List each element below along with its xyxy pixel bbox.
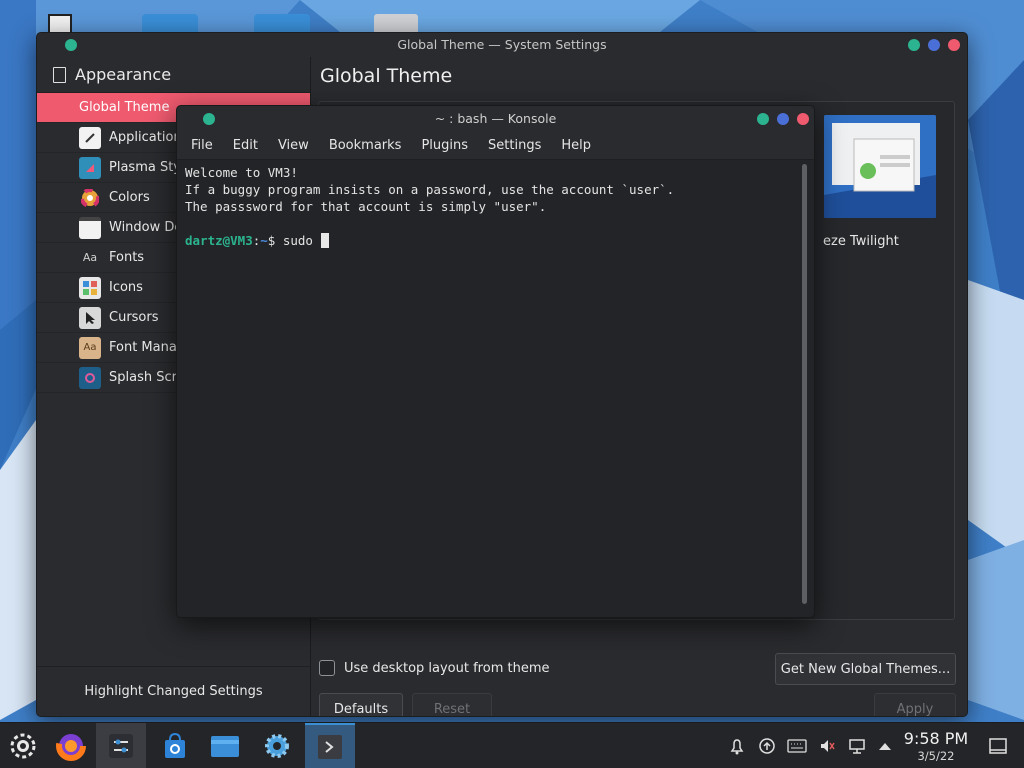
- kde-launcher-icon: [10, 733, 36, 759]
- typed-command: sudo: [282, 233, 321, 248]
- maximize-button[interactable]: [928, 39, 940, 51]
- menu-plugins[interactable]: Plugins: [411, 138, 478, 153]
- get-new-themes-button[interactable]: Get New Global Themes...: [775, 653, 956, 685]
- sidebar-item-label: Cursors: [109, 310, 159, 325]
- page-title: Global Theme: [320, 65, 453, 87]
- reset-button[interactable]: Reset: [412, 693, 492, 717]
- pin-icon[interactable]: [65, 39, 77, 51]
- notification-bell-icon[interactable]: [727, 736, 747, 756]
- taskbar-settings-gear[interactable]: [252, 723, 302, 768]
- system-tray-expand-icon[interactable]: [875, 736, 895, 756]
- minimize-button[interactable]: [757, 113, 769, 125]
- desktop-layout-label: Use desktop layout from theme: [344, 660, 550, 676]
- theme-preview-thumbnail[interactable]: [824, 115, 936, 218]
- plasma-style-icon: [79, 156, 101, 179]
- system-settings-icon: [109, 734, 133, 758]
- prompt-path: ~: [260, 233, 268, 248]
- colors-icon: [79, 187, 101, 209]
- konsole-title: ~ : bash — Konsole: [434, 111, 557, 126]
- menu-bookmarks[interactable]: Bookmarks: [319, 138, 412, 153]
- terminal-line: Welcome to VM3!: [185, 165, 298, 180]
- menu-edit[interactable]: Edit: [223, 138, 268, 153]
- firefox-icon: [56, 731, 86, 761]
- window-decorations-icon: [79, 216, 101, 239]
- taskbar: 9:58 PM 3/5/22: [0, 722, 1024, 768]
- highlight-changed-settings-button[interactable]: Highlight Changed Settings: [37, 666, 310, 716]
- menu-settings[interactable]: Settings: [478, 138, 551, 153]
- taskbar-konsole[interactable]: [305, 723, 355, 768]
- network-icon[interactable]: [847, 736, 867, 756]
- konsole-titlebar[interactable]: ~ : bash — Konsole: [177, 106, 814, 132]
- terminal-line: The passsword for that account is simply…: [185, 199, 547, 214]
- apply-button[interactable]: Apply: [874, 693, 956, 717]
- sidebar-header-label: Appearance: [75, 65, 172, 84]
- font-management-icon: Aa: [79, 336, 101, 359]
- menu-file[interactable]: File: [181, 138, 223, 153]
- updates-icon[interactable]: [757, 736, 777, 756]
- show-desktop-icon[interactable]: [988, 736, 1008, 756]
- text-cursor: [320, 233, 329, 248]
- sidebar-header[interactable]: Appearance: [37, 57, 310, 93]
- keyboard-icon[interactable]: [787, 736, 807, 756]
- icons-icon: [79, 276, 101, 299]
- theme-name: eze Twilight: [823, 234, 899, 249]
- get-new-themes-label: Get New Global Themes...: [780, 661, 951, 677]
- splash-screen-icon: [79, 366, 101, 389]
- defaults-label: Defaults: [333, 701, 389, 717]
- settings-titlebar[interactable]: Global Theme — System Settings: [37, 33, 967, 57]
- digital-clock[interactable]: 9:58 PM 3/5/22: [896, 729, 976, 763]
- fonts-icon: Aa: [82, 251, 98, 264]
- maximize-button[interactable]: [777, 113, 789, 125]
- taskbar-firefox[interactable]: [46, 723, 96, 768]
- desktop-layout-checkbox[interactable]: [319, 660, 335, 676]
- sidebar-item-label: Fonts: [109, 250, 145, 265]
- taskbar-system-settings[interactable]: [96, 723, 146, 768]
- konsole-menubar: File Edit View Bookmarks Plugins Setting…: [177, 132, 814, 160]
- sidebar-item-label: Icons: [109, 280, 143, 295]
- cursors-icon: [79, 306, 101, 329]
- defaults-button[interactable]: Defaults: [319, 693, 403, 717]
- sidebar-item-label: Font Mana: [109, 340, 177, 355]
- gear-icon: [265, 734, 289, 758]
- terminal-prompt-line: dartz@VM3:~$ sudo: [185, 232, 792, 249]
- close-button[interactable]: [797, 113, 809, 125]
- terminal-scrollbar[interactable]: [802, 164, 807, 604]
- sidebar-item-label: Plasma Sty: [109, 160, 181, 175]
- terminal-line: If a buggy program insists on a password…: [185, 182, 675, 197]
- minimize-button[interactable]: [908, 39, 920, 51]
- sidebar-item-label: Application: [109, 130, 182, 145]
- terminal-icon: [318, 735, 342, 759]
- taskbar-discover[interactable]: [150, 723, 200, 768]
- prompt-user: dartz@VM3: [185, 233, 253, 248]
- sidebar-item-label: Splash Scre: [109, 370, 185, 385]
- window-title: Global Theme — System Settings: [397, 37, 607, 52]
- prompt-symbol: $: [267, 233, 283, 248]
- menu-view[interactable]: View: [268, 138, 319, 153]
- sidebar-item-label: Colors: [109, 190, 150, 205]
- volume-muted-icon[interactable]: [817, 736, 837, 756]
- desktop-layout-option[interactable]: Use desktop layout from theme: [319, 660, 549, 676]
- application-style-icon: [79, 126, 101, 149]
- store-bag-icon: [165, 732, 185, 758]
- application-launcher-button[interactable]: [0, 723, 46, 768]
- sidebar-item-label: Global Theme: [79, 100, 170, 115]
- menu-help[interactable]: Help: [551, 138, 601, 153]
- taskbar-dolphin[interactable]: [200, 723, 250, 768]
- clock-date: 3/5/22: [917, 749, 955, 763]
- highlight-changed-label: Highlight Changed Settings: [84, 684, 263, 699]
- file-manager-folder-icon: [211, 736, 239, 757]
- pin-icon[interactable]: [203, 113, 215, 125]
- clock-time: 9:58 PM: [903, 729, 969, 748]
- sidebar-item-label: Window De: [109, 220, 183, 235]
- apply-label: Apply: [896, 701, 934, 717]
- reset-label: Reset: [433, 701, 471, 717]
- terminal-area[interactable]: Welcome to VM3! If a buggy program insist…: [177, 160, 800, 617]
- close-button[interactable]: [948, 39, 960, 51]
- konsole-window: ~ : bash — Konsole File Edit View Bookma…: [176, 105, 815, 618]
- back-document-icon: [53, 66, 66, 83]
